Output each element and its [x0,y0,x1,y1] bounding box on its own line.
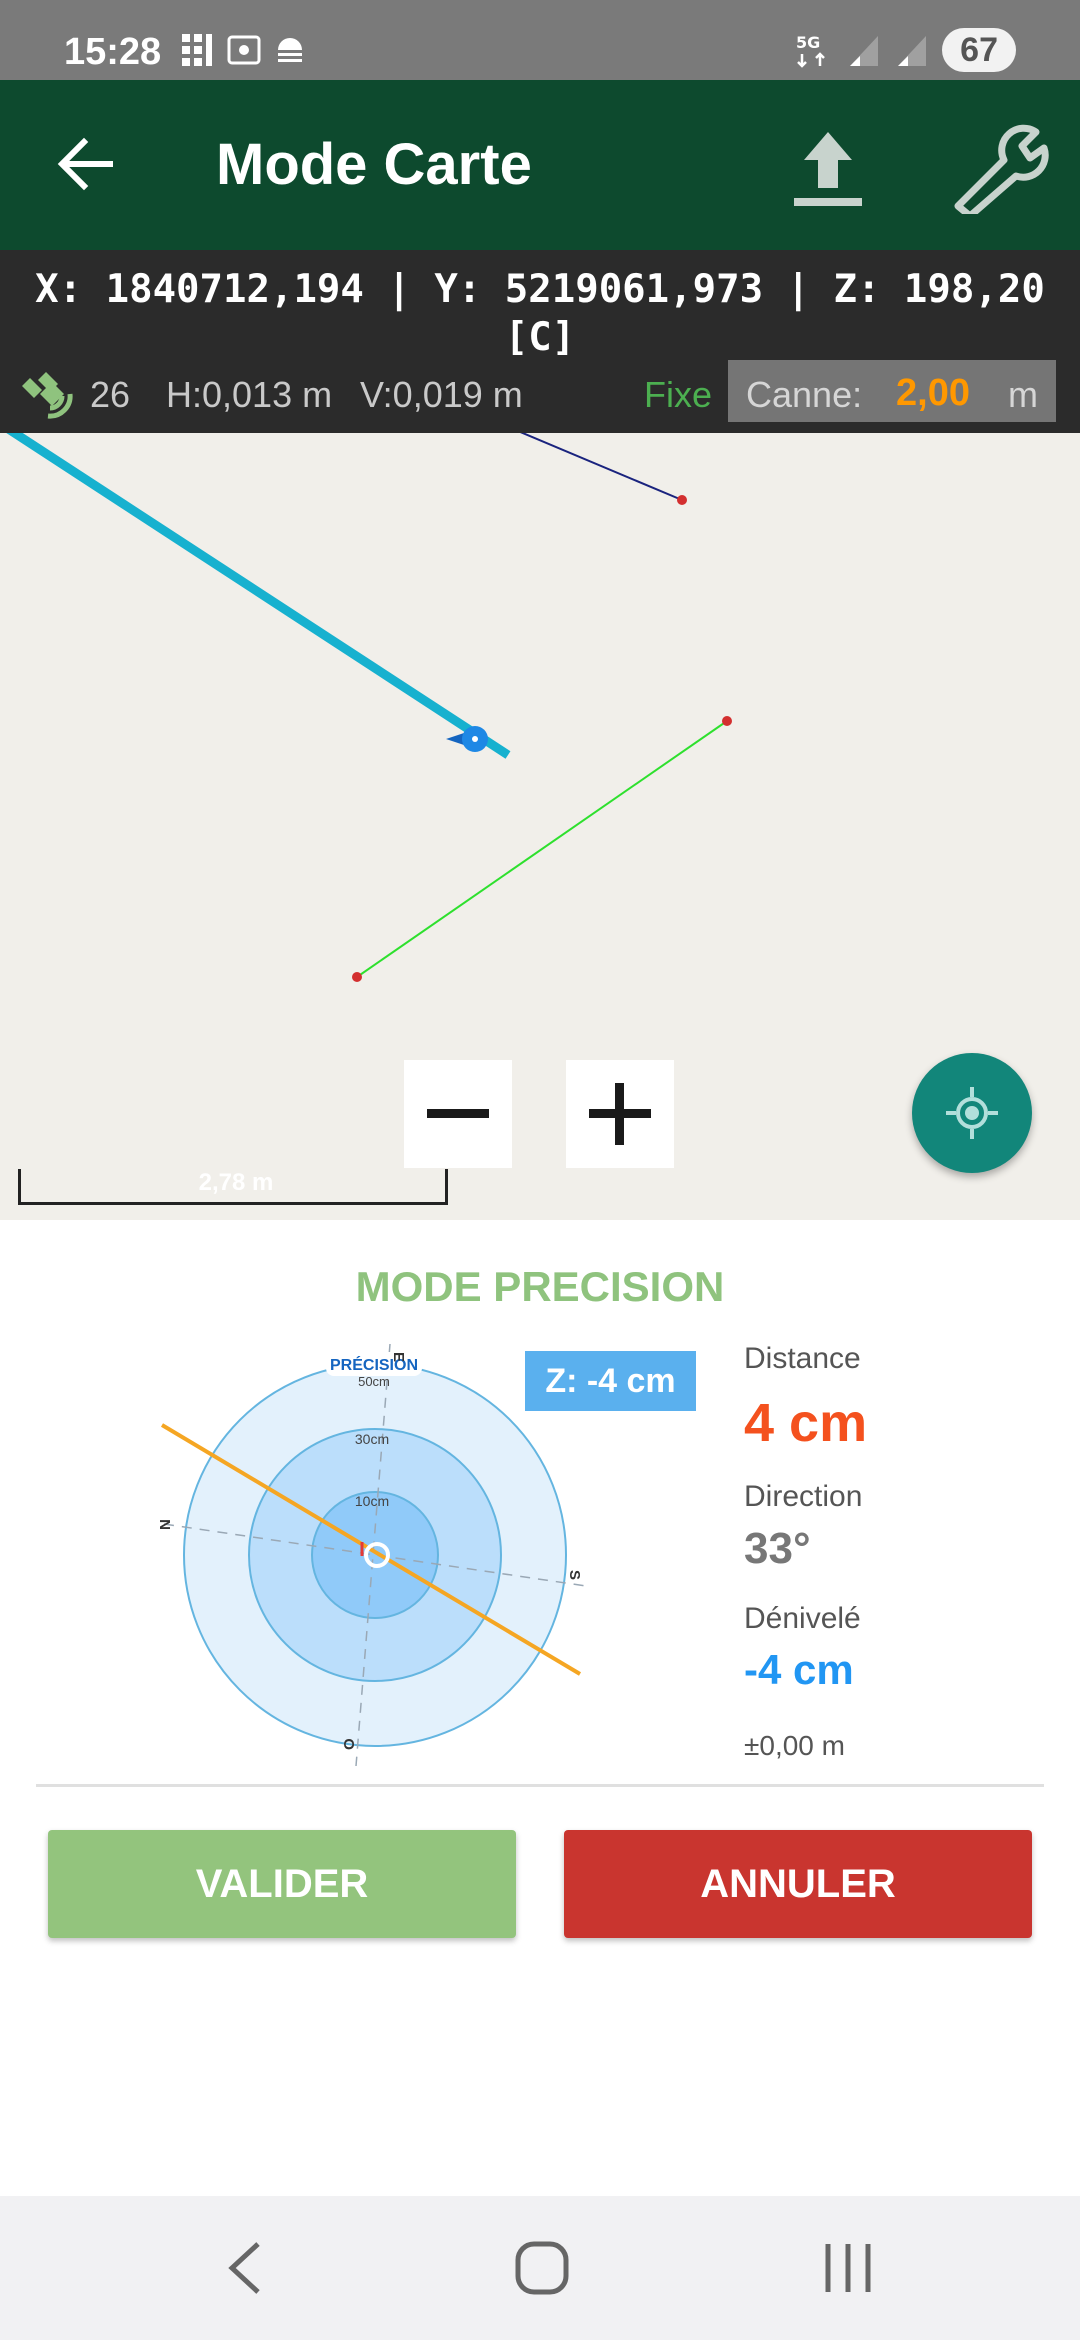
nav-recent-apps-icon[interactable] [816,2236,880,2300]
minus-icon [427,1109,489,1118]
upload-icon[interactable] [780,124,876,214]
pole-height-label: Canne: [746,374,863,415]
signal-2-icon [898,36,927,66]
status-bar: 15:28 5G 67 [0,0,1080,80]
dark-blue-line [520,433,683,501]
divider [36,1784,1044,1787]
page-title: Mode Carte [216,132,532,197]
signal-1-icon [850,36,879,66]
zoom-in-button[interactable] [566,1060,674,1168]
gps-status-row: 26 H:0,013 m V:0,019 m Fixe Canne: 2,00 … [0,360,1080,430]
network-label: 5G [796,33,820,52]
pole-height-unit: m [1008,374,1038,415]
z-offset-badge: Z: -4 cm [525,1351,696,1411]
screenshot-icon [227,35,261,65]
app-bar: Mode Carte [0,80,1080,250]
vertical-precision: V:0,019 m [360,374,523,415]
tolerance-value: ±0,00 m [744,1730,845,1761]
network-5g-icon: 5G [796,33,826,68]
denivele-value: -4 cm [744,1646,854,1693]
fix-status: Fixe [644,374,713,415]
point-marker[interactable] [722,716,732,726]
scale-bar: 2,78 m [18,1169,448,1205]
scale-label: 2,78 m [198,1169,274,1196]
distance-value: 4 cm [744,1393,868,1453]
ring-label-30: 30cm [355,1431,389,1447]
nav-back-icon[interactable] [214,2236,274,2300]
android-icon [278,38,302,62]
satellite-count: 26 [90,374,131,415]
green-segment-line [356,720,728,978]
back-arrow-icon[interactable] [46,124,126,204]
point-marker[interactable] [352,972,362,982]
grid-app-icon [182,34,212,66]
position-marker-icon [446,726,488,752]
wrench-icon[interactable] [944,124,1054,214]
gps-locate-icon [946,1087,998,1139]
ring-label-10: 10cm [355,1493,389,1509]
status-notification-icons [180,32,308,68]
coordinate-panel: X: 1840712,194 | Y: 5219061,973 | Z: 198… [0,250,1080,433]
battery-level: 67 [942,28,1016,72]
pole-height-value: 2,00 [896,372,970,414]
map-view[interactable]: 2,78 m [0,433,1080,1220]
precision-mode-title: MODE PRECISION [355,1263,725,1310]
cancel-button[interactable]: ANNULER [564,1830,1032,1938]
horizontal-precision: H:0,013 m [166,374,333,415]
nav-home-icon[interactable] [510,2236,574,2300]
distance-label: Distance [744,1342,861,1375]
status-time: 15:28 [64,31,162,73]
pole-height-field[interactable]: Canne: 2,00 m [728,360,1056,422]
ring-label-50: 50cm [358,1374,390,1389]
compass-west: O [341,1738,358,1750]
validate-button[interactable]: VALIDER [48,1830,516,1938]
coordinate-readout: X: 1840712,194 | Y: 5219061,973 | Z: 198… [35,267,1045,312]
locate-button[interactable] [912,1053,1032,1173]
compass-south: S [566,1570,583,1580]
direction-value: 33° [744,1524,811,1573]
plus-icon [589,1083,651,1145]
cyan-track-line [6,433,511,759]
coordinate-system: [C] [504,315,576,360]
zoom-out-button[interactable] [404,1060,512,1168]
denivele-label: Dénivelé [744,1602,861,1635]
satellite-icon [22,372,73,419]
system-nav-bar [0,2196,1080,2340]
direction-label: Direction [744,1480,863,1513]
status-system-icons: 5G 67 [794,28,1016,72]
point-marker[interactable] [677,495,687,505]
compass-east: E [390,1352,407,1362]
compass-north: N [157,1519,174,1530]
